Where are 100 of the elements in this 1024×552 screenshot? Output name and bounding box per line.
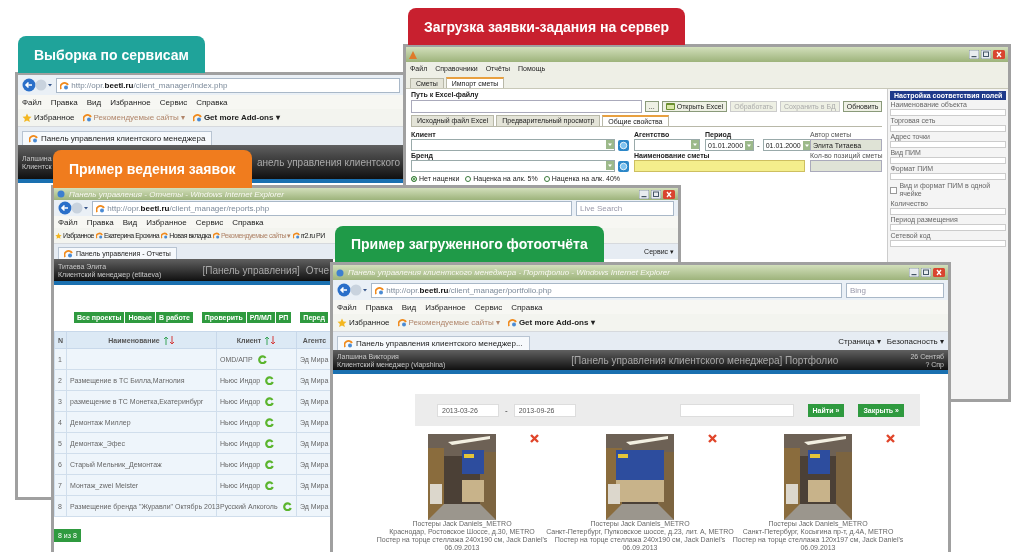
menu-item[interactable]: Вид	[122, 217, 138, 227]
client-dropdown[interactable]	[411, 139, 615, 151]
globe-icon[interactable]	[618, 139, 629, 151]
callout-label: Загрузка заявки-задания на сервер	[408, 8, 685, 45]
page-icon	[96, 231, 103, 240]
menu-item[interactable]: Справка	[196, 97, 228, 107]
menu-item[interactable]: Правка	[86, 217, 114, 227]
refresh-icon[interactable]	[282, 501, 292, 511]
input-field[interactable]	[890, 208, 1006, 215]
delete-icon[interactable]	[886, 434, 895, 443]
input-field[interactable]	[890, 125, 1006, 132]
browser-icon	[336, 268, 344, 277]
menu-item[interactable]: Справка	[511, 302, 543, 312]
agency-dropdown[interactable]	[634, 139, 700, 151]
browser-icon	[57, 190, 65, 198]
favorites-link[interactable]: Избранное	[337, 317, 390, 328]
menu-item[interactable]: Файл	[58, 217, 78, 227]
maximize-icon[interactable]	[651, 189, 661, 199]
address-field[interactable]: http://opr.beetl.ru/client_manager/index.php	[56, 77, 400, 93]
dropdown-icon[interactable]	[745, 140, 754, 150]
range-dash: -	[757, 140, 760, 150]
menu-item[interactable]: Вид	[86, 97, 102, 107]
globe-icon[interactable]	[618, 160, 629, 172]
page-icon	[344, 339, 353, 348]
sort-arrows-icon[interactable]	[264, 335, 277, 345]
path-field[interactable]	[411, 100, 642, 113]
brand-dropdown[interactable]	[411, 160, 615, 172]
sort-arrows-icon[interactable]	[162, 335, 175, 345]
command-menu[interactable]: Безопасность ▾	[886, 336, 944, 346]
input-field[interactable]	[890, 240, 1006, 247]
input-field[interactable]	[890, 109, 1006, 116]
dropdown-icon[interactable]	[691, 140, 699, 149]
delete-icon[interactable]	[530, 434, 539, 443]
close-icon[interactable]	[663, 189, 675, 199]
refresh-icon[interactable]	[257, 354, 267, 364]
page-icon	[64, 249, 73, 258]
refresh-icon[interactable]	[265, 459, 275, 469]
menu-item[interactable]: Файл	[337, 302, 357, 312]
input-field[interactable]	[890, 224, 1006, 231]
refresh-icon[interactable]	[265, 396, 275, 406]
menu-item[interactable]: Избранное	[110, 97, 151, 107]
page-icon	[82, 113, 92, 122]
window-title: Панель управления клиентского менеджера - Портфолио - Windows Internet Explorer	[348, 268, 671, 277]
refresh-icon[interactable]	[265, 417, 275, 427]
dropdown-icon[interactable]	[606, 140, 614, 149]
menu-item[interactable]: Сервис	[195, 217, 224, 227]
input-field[interactable]	[890, 173, 1006, 180]
menu-item[interactable]: Файл	[22, 97, 42, 107]
refresh-icon[interactable]	[265, 375, 275, 385]
minimize-icon[interactable]	[909, 268, 919, 277]
menu-item[interactable]: Правка	[365, 302, 393, 312]
input-field[interactable]	[890, 157, 1006, 164]
back-forward-icon[interactable]	[58, 201, 88, 215]
back-forward-icon[interactable]	[22, 78, 52, 92]
folder-icon	[665, 103, 675, 110]
dropdown-icon[interactable]	[606, 161, 614, 170]
search-field[interactable]	[679, 403, 794, 417]
refresh-icon[interactable]	[265, 480, 275, 490]
maximize-icon[interactable]	[981, 50, 991, 59]
minimize-icon[interactable]	[639, 189, 649, 199]
nav-link[interactable]: [Панель управления]	[202, 264, 300, 276]
favorites-link[interactable]: Get more Add-ons ▾	[192, 113, 280, 122]
menu-item[interactable]: Справка	[232, 217, 264, 227]
estimate-name-field[interactable]	[634, 160, 805, 172]
dropdown-icon[interactable]	[802, 140, 811, 150]
close-icon[interactable]	[993, 50, 1005, 59]
page-icon	[375, 285, 384, 295]
page-icon	[29, 134, 38, 143]
menu-item[interactable]: Вид	[401, 302, 417, 312]
minimize-icon[interactable]	[969, 50, 979, 59]
star-icon	[55, 230, 62, 241]
input-field[interactable]	[890, 141, 1006, 148]
favorites-link[interactable]: Get more Add-ons ▾	[507, 318, 595, 327]
radio-button[interactable]	[411, 175, 417, 182]
page-title: анель управления клиентского	[257, 156, 400, 168]
menu-item[interactable]: Правка	[50, 97, 78, 107]
radio-button[interactable]	[543, 175, 550, 182]
menu-item[interactable]: Сервис	[474, 302, 503, 312]
radio-button[interactable]	[465, 175, 472, 182]
maximize-icon[interactable]	[921, 268, 931, 277]
page-icon	[96, 203, 105, 213]
address-field[interactable]: http://opr.beetl.ru/client_manager/portfolio.php	[371, 282, 842, 298]
delete-icon[interactable]	[708, 434, 717, 443]
menu-item[interactable]: Избранное	[146, 217, 187, 227]
checkbox[interactable]	[890, 186, 898, 194]
star-icon	[337, 317, 347, 328]
callout-label: Пример загруженного фотоотчёта	[335, 226, 604, 262]
browser-tab[interactable]: Панель управления клиентского менеджер...	[337, 336, 530, 350]
page-icon	[161, 231, 169, 240]
page-title: Отче	[305, 264, 329, 276]
address-field[interactable]: http://opr.beetl.ru/client_manager/reports.php	[92, 200, 572, 216]
close-icon[interactable]	[933, 268, 945, 277]
back-forward-icon[interactable]	[337, 283, 367, 297]
menu-item[interactable]: Избранное	[425, 302, 466, 312]
refresh-icon[interactable]	[265, 438, 275, 448]
browser-tab[interactable]: Панель управления клиентского менеджера	[22, 131, 213, 145]
favorites-link[interactable]: Избранное	[22, 112, 75, 123]
command-menu[interactable]: Страница ▾	[838, 336, 881, 346]
app-icon	[409, 50, 417, 59]
menu-item[interactable]: Сервис	[159, 97, 188, 107]
